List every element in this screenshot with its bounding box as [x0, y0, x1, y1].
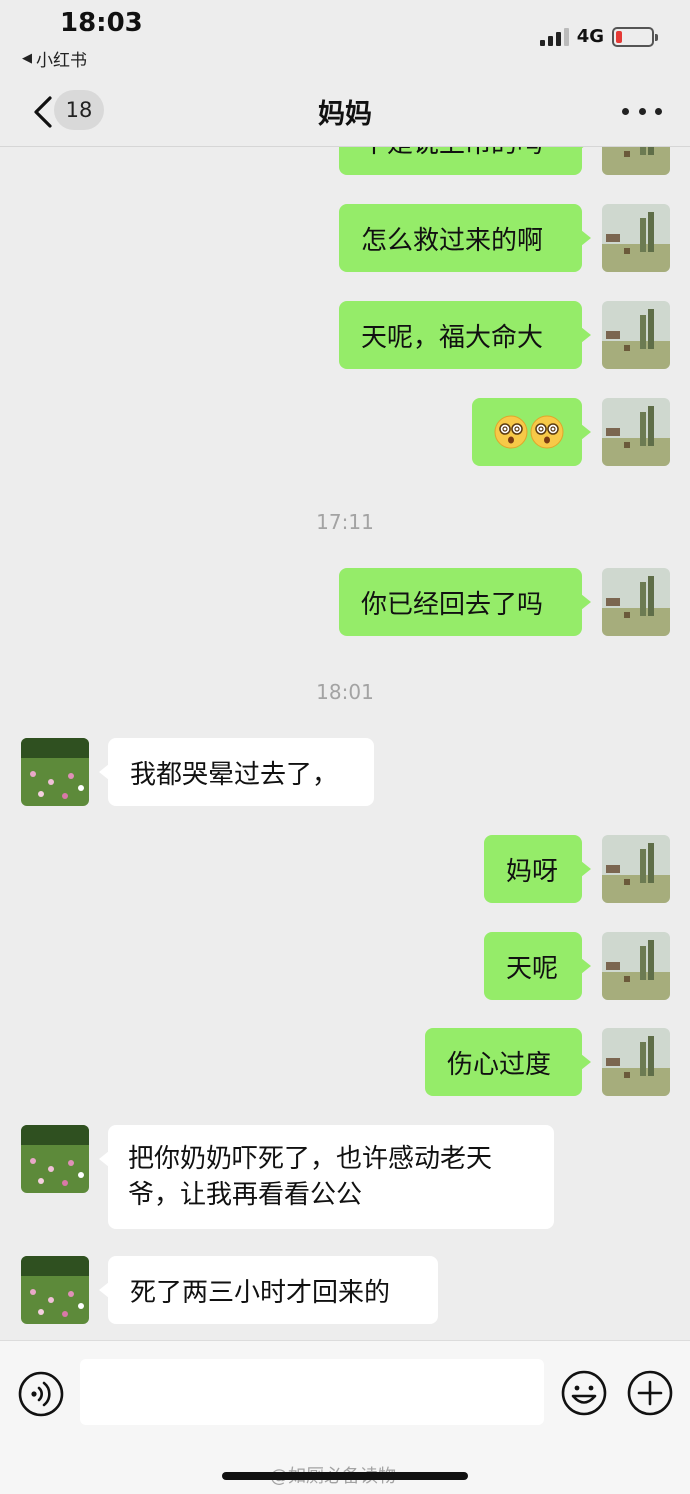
timestamp: 18:01: [316, 680, 374, 704]
message-bubble-contact[interactable]: 把你奶奶吓死了，也许感动老天爷，让我再看看公公: [99, 1125, 554, 1229]
emoji-picker-icon[interactable]: [560, 1369, 608, 1417]
message-list[interactable]: 不是说上吊的吗 怎么救过来的啊 天呢，福大命大 17:11 你已经回去了吗 18…: [0, 147, 690, 1340]
message-bubble-me[interactable]: 天呢: [484, 932, 591, 1000]
voice-input-icon[interactable]: [18, 1371, 64, 1417]
message-text: 死了两三小时才回来的: [130, 1277, 391, 1308]
back-app-label: 小红书: [36, 51, 87, 71]
status-indicators: 4G: [539, 26, 658, 47]
message-text: 天呢: [506, 953, 559, 984]
my-avatar[interactable]: [602, 568, 670, 636]
back-to-app-link[interactable]: ◀ 小红书: [22, 46, 87, 71]
message-text: 你已经回去了吗: [361, 589, 544, 620]
my-avatar[interactable]: [602, 932, 670, 1000]
battery-icon: [612, 26, 658, 47]
my-avatar[interactable]: [602, 301, 670, 369]
battery-level: [616, 30, 623, 43]
my-avatar[interactable]: [602, 835, 670, 903]
status-time: 18:03: [60, 8, 143, 38]
message-bubble-me[interactable]: [472, 398, 591, 466]
message-text: 不是说上吊的吗: [361, 147, 543, 160]
my-avatar[interactable]: [602, 147, 670, 175]
message-text: 天呢，福大命大: [361, 322, 544, 353]
contact-avatar[interactable]: [21, 738, 89, 806]
message-text: 伤心过度: [447, 1049, 552, 1080]
message-bubble-me[interactable]: 怎么救过来的啊: [339, 204, 591, 272]
message-bubble-me[interactable]: 伤心过度: [425, 1028, 591, 1096]
unread-count-badge[interactable]: 18: [54, 90, 104, 130]
message-bubble-contact[interactable]: 我都哭晕过去了，: [99, 738, 374, 806]
message-text: 怎么救过来的啊: [361, 225, 544, 256]
my-avatar[interactable]: [602, 1028, 670, 1096]
message-bubble-me[interactable]: 不是说上吊的吗: [339, 147, 591, 175]
message-bubble-contact[interactable]: 死了两三小时才回来的: [99, 1256, 438, 1324]
message-bubble-me[interactable]: 你已经回去了吗: [339, 568, 591, 636]
message-text: 把你奶奶吓死了，也许感动老天爷，让我再看看公公: [128, 1144, 493, 1210]
add-attachment-icon[interactable]: [626, 1369, 674, 1417]
message-text: 我都哭晕过去了，: [130, 759, 339, 790]
contact-avatar[interactable]: [21, 1125, 89, 1193]
dizzy-face-icon: [494, 415, 528, 449]
home-indicator[interactable]: [222, 1472, 468, 1480]
chat-screen: 18:03 ◀ 小红书 4G 18 妈妈 不是说上吊的吗 怎么救过来的啊 天呢，…: [0, 0, 690, 1494]
network-type: 4G: [576, 26, 604, 47]
contact-avatar[interactable]: [21, 1256, 89, 1324]
message-bubble-me[interactable]: 天呢，福大命大: [339, 301, 591, 369]
my-avatar[interactable]: [602, 204, 670, 272]
dizzy-face-icon: [530, 415, 564, 449]
message-text: 妈呀: [506, 856, 559, 887]
more-options-icon[interactable]: [622, 96, 662, 126]
message-input[interactable]: [80, 1359, 544, 1425]
my-avatar[interactable]: [602, 398, 670, 466]
timestamp: 17:11: [316, 510, 374, 534]
signal-icon: [539, 27, 569, 46]
back-triangle-icon: ◀: [22, 51, 32, 66]
message-bubble-me[interactable]: 妈呀: [484, 835, 591, 903]
emoji-group: [494, 415, 564, 449]
